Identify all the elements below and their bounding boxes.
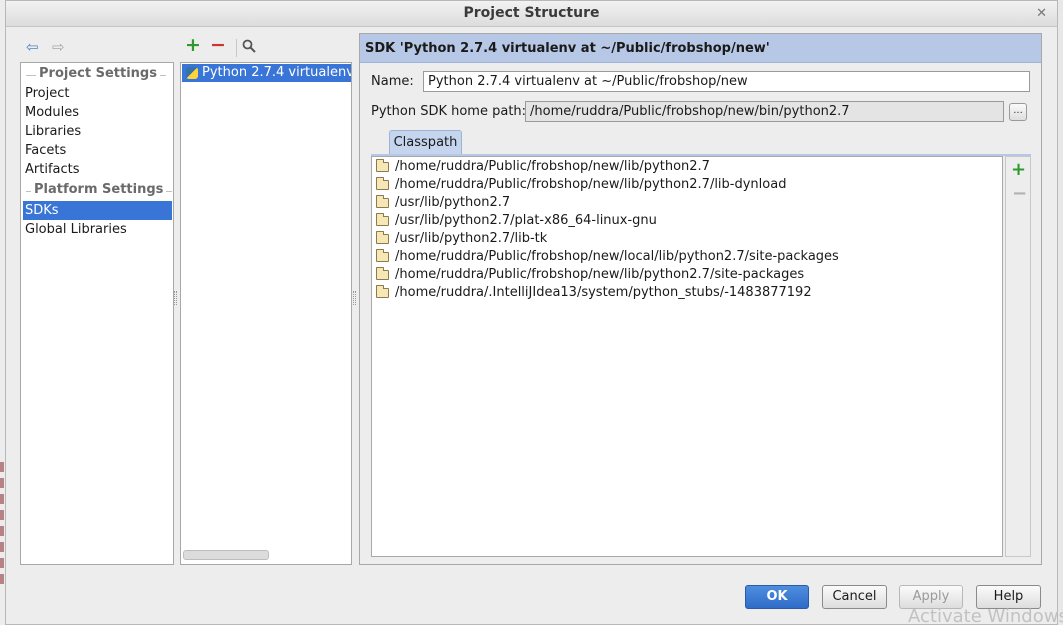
sdk-detail-panel: SDK 'Python 2.7.4 virtualenv at ~/Public… — [359, 33, 1042, 565]
search-icon[interactable] — [242, 39, 256, 57]
nav-item-project[interactable]: Project — [23, 84, 172, 103]
folder-icon — [376, 159, 389, 172]
forward-arrow-icon[interactable]: ⇨ — [52, 39, 65, 55]
home-path-label: Python SDK home path: — [371, 104, 527, 119]
background-mark — [0, 510, 4, 520]
classpath-item[interactable]: /home/ruddra/.IntelliJIdea13/system/pyth… — [375, 284, 812, 302]
folder-icon — [376, 213, 389, 226]
browse-button[interactable]: ... — [1009, 103, 1027, 121]
nav-item-global-libraries[interactable]: Global Libraries — [23, 220, 172, 239]
splitter-handle[interactable] — [353, 291, 356, 305]
classpath-item[interactable]: /usr/lib/python2.7/lib-tk — [375, 230, 547, 248]
classpath-toolbar: + − — [1005, 156, 1031, 557]
folder-icon — [376, 267, 389, 280]
tab-classpath[interactable]: Classpath — [389, 130, 462, 155]
splitter-handle[interactable] — [174, 291, 177, 305]
window-title: Project Structure — [463, 5, 600, 21]
folder-icon — [376, 177, 389, 190]
settings-nav-panel: Project Settings Project Modules Librari… — [20, 62, 174, 565]
nav-item-artifacts[interactable]: Artifacts — [23, 160, 172, 179]
classpath-list[interactable]: /home/ruddra/Public/frobshop/new/lib/pyt… — [371, 156, 1003, 557]
background-mark — [0, 494, 4, 504]
classpath-item[interactable]: /home/ruddra/Public/frobshop/new/lib/pyt… — [375, 158, 710, 176]
add-sdk-icon[interactable]: + — [185, 36, 201, 55]
classpath-item[interactable]: /usr/lib/python2.7 — [375, 194, 510, 212]
folder-icon — [376, 231, 389, 244]
classpath-item[interactable]: /usr/lib/python2.7/plat-x86_64-linux-gnu — [375, 212, 657, 230]
nav-item-modules[interactable]: Modules — [23, 103, 172, 122]
sdk-home-path-field[interactable]: /home/ruddra/Public/frobshop/new/bin/pyt… — [525, 101, 1004, 122]
platform-settings-header: Platform Settings — [21, 182, 173, 200]
scrollbar-thumb[interactable] — [183, 550, 269, 560]
background-mark — [0, 574, 4, 584]
background-mark — [0, 478, 4, 488]
background-mark — [0, 462, 4, 472]
project-structure-dialog: Project Structure ✕ ⇦ ⇨ + − Project Sett… — [5, 0, 1058, 625]
sdk-list-item[interactable]: Python 2.7.4 virtualenv at ~/Public/frob… — [182, 64, 352, 82]
classpath-item[interactable]: /home/ruddra/Public/frobshop/new/local/l… — [375, 248, 839, 266]
classpath-item[interactable]: /home/ruddra/Public/frobshop/new/lib/pyt… — [375, 176, 786, 194]
back-arrow-icon[interactable]: ⇦ — [26, 39, 39, 55]
remove-classpath-icon[interactable]: − — [1012, 183, 1027, 204]
title-bar[interactable]: Project Structure ✕ — [6, 1, 1057, 27]
folder-icon — [376, 285, 389, 298]
nav-item-facets[interactable]: Facets — [23, 141, 172, 160]
search-icon-graphic — [242, 39, 256, 53]
cancel-button[interactable]: Cancel — [822, 585, 887, 609]
python-icon — [186, 67, 198, 79]
sdk-name-field[interactable]: Python 2.7.4 virtualenv at ~/Public/frob… — [423, 71, 1030, 92]
folder-icon — [376, 249, 389, 262]
nav-item-libraries[interactable]: Libraries — [23, 122, 172, 141]
activate-windows-watermark: Activate Windows — [908, 606, 1063, 625]
sdk-detail-header: SDK 'Python 2.7.4 virtualenv at ~/Public… — [360, 34, 1041, 63]
horizontal-scrollbar[interactable] — [181, 550, 351, 560]
folder-icon — [376, 195, 389, 208]
background-mark — [0, 526, 4, 536]
remove-sdk-icon[interactable]: − — [210, 36, 226, 55]
sdk-list-item-label: Python 2.7.4 virtualenv at ~/Public/frob… — [202, 65, 352, 80]
nav-item-sdks[interactable]: SDKs — [23, 201, 172, 220]
sdk-list-panel: Python 2.7.4 virtualenv at ~/Public/frob… — [180, 62, 352, 565]
background-mark — [0, 542, 4, 552]
project-settings-header: Project Settings — [21, 66, 173, 84]
ok-button[interactable]: OK — [745, 585, 809, 609]
name-label: Name: — [371, 74, 414, 89]
classpath-item[interactable]: /home/ruddra/Public/frobshop/new/lib/pyt… — [375, 266, 804, 284]
add-classpath-icon[interactable]: + — [1011, 159, 1026, 180]
toolbar-separator — [236, 39, 237, 57]
background-mark — [0, 558, 4, 568]
close-icon[interactable]: ✕ — [1036, 6, 1047, 21]
